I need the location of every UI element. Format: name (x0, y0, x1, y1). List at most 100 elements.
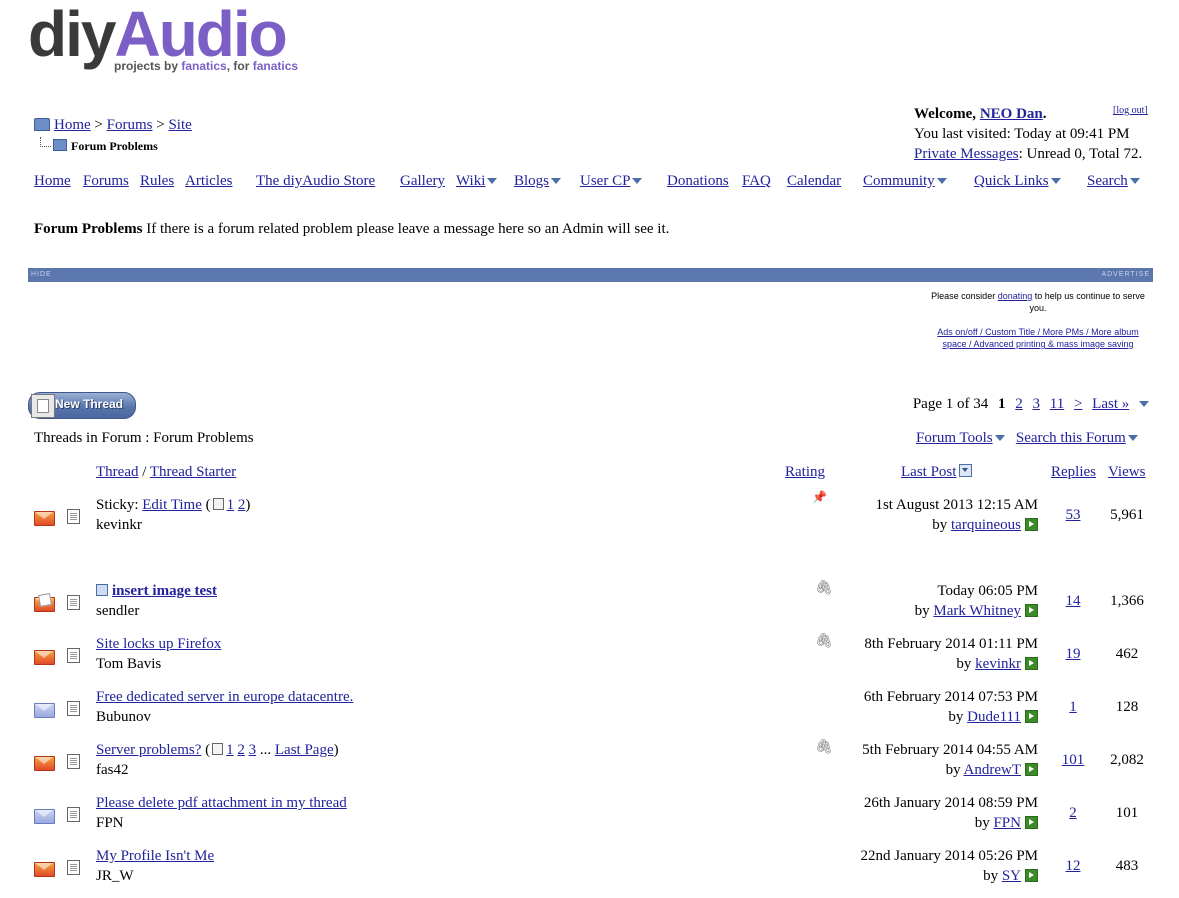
last-post-date: 5th February 2014 04:55 AM (862, 742, 1038, 758)
page-last[interactable]: Last » (1092, 396, 1129, 412)
nav-calendar[interactable]: Calendar (787, 173, 841, 189)
nav-gallery[interactable]: Gallery (400, 173, 445, 189)
nav-blogs[interactable]: Blogs (514, 173, 549, 189)
premium-links: Ads on/off / Custom Title / More PMs / M… (928, 326, 1148, 350)
last-poster[interactable]: AndrewT (964, 762, 1021, 778)
chevron-down-icon[interactable] (1050, 178, 1061, 184)
go-to-last-post-icon[interactable] (1025, 710, 1038, 723)
chevron-down-icon[interactable] (551, 178, 562, 184)
last-poster[interactable]: kevinkr (975, 656, 1021, 672)
nav-community[interactable]: Community (863, 173, 935, 189)
chevron-down-icon[interactable] (632, 178, 643, 184)
folder-icon (34, 118, 50, 131)
nav-donations[interactable]: Donations (667, 173, 729, 189)
chevron-down-icon[interactable] (487, 178, 498, 184)
last-post-date: 8th February 2014 01:11 PM (864, 636, 1038, 652)
advertise-link[interactable]: ADVERTISE (1101, 271, 1150, 278)
replies-count[interactable]: 2 (1055, 805, 1091, 822)
sort-thread[interactable]: Thread (96, 464, 138, 480)
nav-home[interactable]: Home (34, 173, 71, 189)
hot-thread-posted-icon (34, 597, 55, 612)
logout-link[interactable]: [log out] (1113, 105, 1148, 116)
go-to-last-post-icon[interactable] (1025, 763, 1038, 776)
go-to-last-post-icon[interactable] (1025, 657, 1038, 670)
search-forum-menu[interactable]: Search this Forum (1016, 430, 1126, 446)
breadcrumb-forums[interactable]: Forums (107, 117, 153, 133)
sort-thread-starter[interactable]: Thread Starter (150, 464, 236, 480)
premium-features-link[interactable]: Ads on/off / Custom Title / More PMs / M… (937, 327, 1138, 349)
replies-count[interactable]: 14 (1055, 593, 1091, 610)
thread-page-link[interactable]: 1 (226, 742, 234, 758)
nav-search[interactable]: Search (1087, 173, 1128, 189)
last-poster[interactable]: SY (1002, 868, 1021, 884)
sort-rating[interactable]: Rating (785, 464, 825, 480)
thread-title[interactable]: My Profile Isn't Me (96, 848, 214, 864)
thread-title[interactable]: insert image test (112, 583, 217, 599)
last-poster[interactable]: Dude111 (967, 709, 1021, 725)
new-thread-button[interactable]: New Thread (28, 392, 136, 419)
nav-forums[interactable]: Forums (83, 173, 129, 189)
thread-title[interactable]: Site locks up Firefox (96, 636, 221, 652)
go-to-last-post-icon[interactable] (1025, 518, 1038, 531)
thread-page-link[interactable]: 3 (249, 742, 257, 758)
page-next[interactable]: > (1074, 396, 1082, 412)
private-messages-link[interactable]: Private Messages (914, 146, 1019, 162)
page-link[interactable]: 2 (1015, 396, 1023, 412)
table-row: Sticky: Edit Time (1 2) kevinkr 📌 1st Au… (0, 490, 1179, 547)
folder-open-icon (53, 139, 67, 151)
breadcrumb-site[interactable]: Site (168, 117, 191, 133)
chevron-down-icon[interactable] (994, 435, 1005, 441)
last-poster[interactable]: FPN (993, 815, 1021, 831)
nav-articles[interactable]: Articles (185, 173, 232, 189)
nav-quick-links[interactable]: Quick Links (974, 173, 1049, 189)
breadcrumb-home[interactable]: Home (54, 117, 91, 133)
thread-title[interactable]: Please delete pdf attachment in my threa… (96, 795, 347, 811)
last-poster[interactable]: tarquineous (951, 517, 1021, 533)
go-to-last-post-icon[interactable] (1025, 869, 1038, 882)
thread-title[interactable]: Server problems? (96, 742, 201, 758)
chevron-down-icon[interactable] (936, 178, 947, 184)
thread-title[interactable]: Free dedicated server in europe datacent… (96, 689, 353, 705)
donate-notice: Please consider donating to help us cont… (931, 291, 1145, 313)
replies-count[interactable]: 1 (1055, 699, 1091, 716)
donating-link[interactable]: donating (998, 291, 1033, 301)
paperclip-icon: 🖇 (815, 633, 833, 649)
nav-store[interactable]: The diyAudio Store (256, 173, 375, 189)
last-poster[interactable]: Mark Whitney (933, 603, 1021, 619)
views-count: 462 (1115, 646, 1139, 662)
thread-page-link[interactable]: 2 (237, 742, 245, 758)
forum-tools-menu[interactable]: Forum Tools (916, 430, 993, 446)
breadcrumb: Home > Forums > Site (34, 117, 192, 134)
site-logo[interactable]: diyAudio projects by fanatics, for fanat… (28, 2, 298, 73)
thread-page-link[interactable]: 1 (227, 497, 235, 513)
replies-count[interactable]: 19 (1055, 646, 1091, 663)
forum-description: Forum Problems If there is a forum relat… (34, 221, 670, 237)
replies-count[interactable]: 53 (1055, 507, 1091, 524)
replies-count[interactable]: 101 (1055, 752, 1091, 769)
nav-faq[interactable]: FAQ (742, 173, 771, 189)
thread-page-link[interactable]: 2 (238, 497, 246, 513)
last-post-date: Today 06:05 PM (937, 583, 1038, 599)
go-to-last-post-icon[interactable] (1025, 604, 1038, 617)
page-link[interactable]: 3 (1033, 396, 1041, 412)
sort-last-post[interactable]: Last Post (901, 464, 956, 480)
go-to-last-post-icon[interactable] (1025, 816, 1038, 829)
thread-icon (67, 509, 80, 524)
nav-wiki[interactable]: Wiki (456, 173, 485, 189)
chevron-down-icon[interactable] (1127, 435, 1138, 441)
replies-count[interactable]: 12 (1055, 858, 1091, 875)
page-link[interactable]: 11 (1050, 396, 1064, 412)
sort-desc-icon[interactable] (959, 464, 973, 477)
sort-views[interactable]: Views (1108, 464, 1145, 480)
thread-last-page-link[interactable]: Last Page (275, 742, 334, 758)
thread-icon (67, 807, 80, 822)
nav-user-cp[interactable]: User CP (580, 173, 630, 189)
username-link[interactable]: NEO Dan (980, 106, 1043, 122)
thread-title[interactable]: Edit Time (142, 497, 202, 513)
sort-replies[interactable]: Replies (1051, 464, 1096, 480)
nav-rules[interactable]: Rules (140, 173, 174, 189)
chevron-down-icon[interactable] (1139, 401, 1149, 407)
thread-icon-unread (34, 703, 55, 718)
chevron-down-icon[interactable] (1129, 178, 1140, 184)
hide-ad-button[interactable]: HIDE (31, 271, 52, 278)
